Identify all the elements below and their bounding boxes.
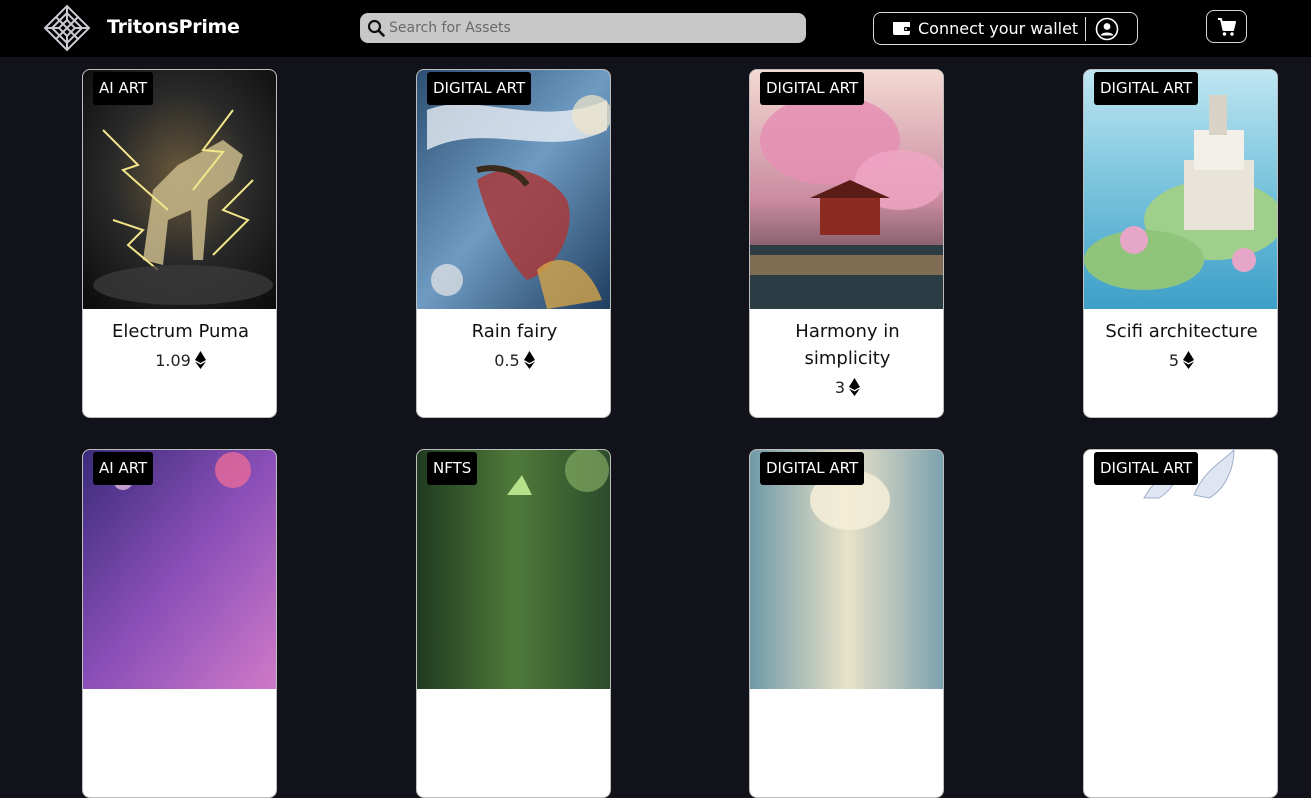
category-badge: AI ART: [93, 72, 154, 105]
search-bar: [360, 13, 806, 43]
price-value: 1.09: [155, 351, 191, 370]
price-value: 3: [834, 378, 846, 397]
asset-price: 5: [1084, 350, 1277, 372]
asset-image: [750, 70, 943, 309]
ethereum-icon: [523, 351, 535, 369]
asset-card[interactable]: DIGITAL ART: [749, 449, 944, 798]
category-badge: DIGITAL ART: [760, 452, 865, 485]
ethereum-icon: [1183, 351, 1195, 369]
asset-card[interactable]: DIGITAL ART: [1083, 449, 1278, 798]
category-badge: DIGITAL ART: [760, 72, 865, 105]
connect-wallet-button[interactable]: Connect your wallet: [873, 12, 1138, 45]
asset-title: Electrum Puma: [112, 321, 249, 342]
cart-button[interactable]: [1206, 10, 1247, 43]
asset-price: 1.09: [83, 350, 276, 372]
asset-title: Rain fairy: [471, 321, 558, 342]
category-badge: DIGITAL ART: [1094, 72, 1199, 105]
asset-card[interactable]: DIGITAL ART Rain fairy 0.5: [416, 69, 611, 418]
cart-icon: [1218, 18, 1236, 36]
asset-image: [1084, 70, 1277, 309]
asset-image: [83, 70, 276, 309]
connect-wallet-label: Connect your wallet: [918, 19, 1079, 38]
brand-name: TritonsPrime: [107, 16, 240, 38]
category-badge: DIGITAL ART: [1094, 452, 1199, 485]
asset-card[interactable]: NFTS: [416, 449, 611, 798]
asset-title: Harmony in simplicity: [795, 321, 900, 369]
price-value: 0.5: [494, 351, 520, 370]
price-value: 5: [1168, 351, 1180, 370]
asset-price: 0.5: [417, 350, 610, 372]
asset-card[interactable]: DIGITAL ART Scifi architecture 5: [1083, 69, 1278, 418]
brand[interactable]: TritonsPrime: [43, 4, 240, 52]
asset-card[interactable]: AI ART: [82, 449, 277, 798]
ethereum-icon: [194, 351, 206, 369]
asset-image: [417, 70, 610, 309]
asset-card[interactable]: DIGITAL ART Harmony in simplicity 3: [749, 69, 944, 418]
asset-price: 3: [750, 377, 943, 399]
asset-image: [1084, 450, 1277, 689]
user-icon[interactable]: [1095, 17, 1119, 41]
wallet-icon: [893, 22, 910, 35]
navbar: TritonsPrime Connect your wallet: [0, 0, 1311, 57]
wallet-divider: [1085, 17, 1086, 41]
asset-card[interactable]: AI ART Electrum Puma 1.09: [82, 69, 277, 418]
search-icon[interactable]: [367, 19, 385, 37]
search-input[interactable]: [389, 13, 799, 43]
category-badge: NFTS: [427, 452, 478, 485]
asset-image: [417, 450, 610, 689]
asset-image: [750, 450, 943, 689]
category-badge: AI ART: [93, 452, 154, 485]
brand-logo-icon: [43, 4, 91, 52]
ethereum-icon: [849, 378, 861, 396]
asset-title: Scifi architecture: [1105, 321, 1258, 342]
asset-image: [83, 450, 276, 689]
category-badge: DIGITAL ART: [427, 72, 532, 105]
